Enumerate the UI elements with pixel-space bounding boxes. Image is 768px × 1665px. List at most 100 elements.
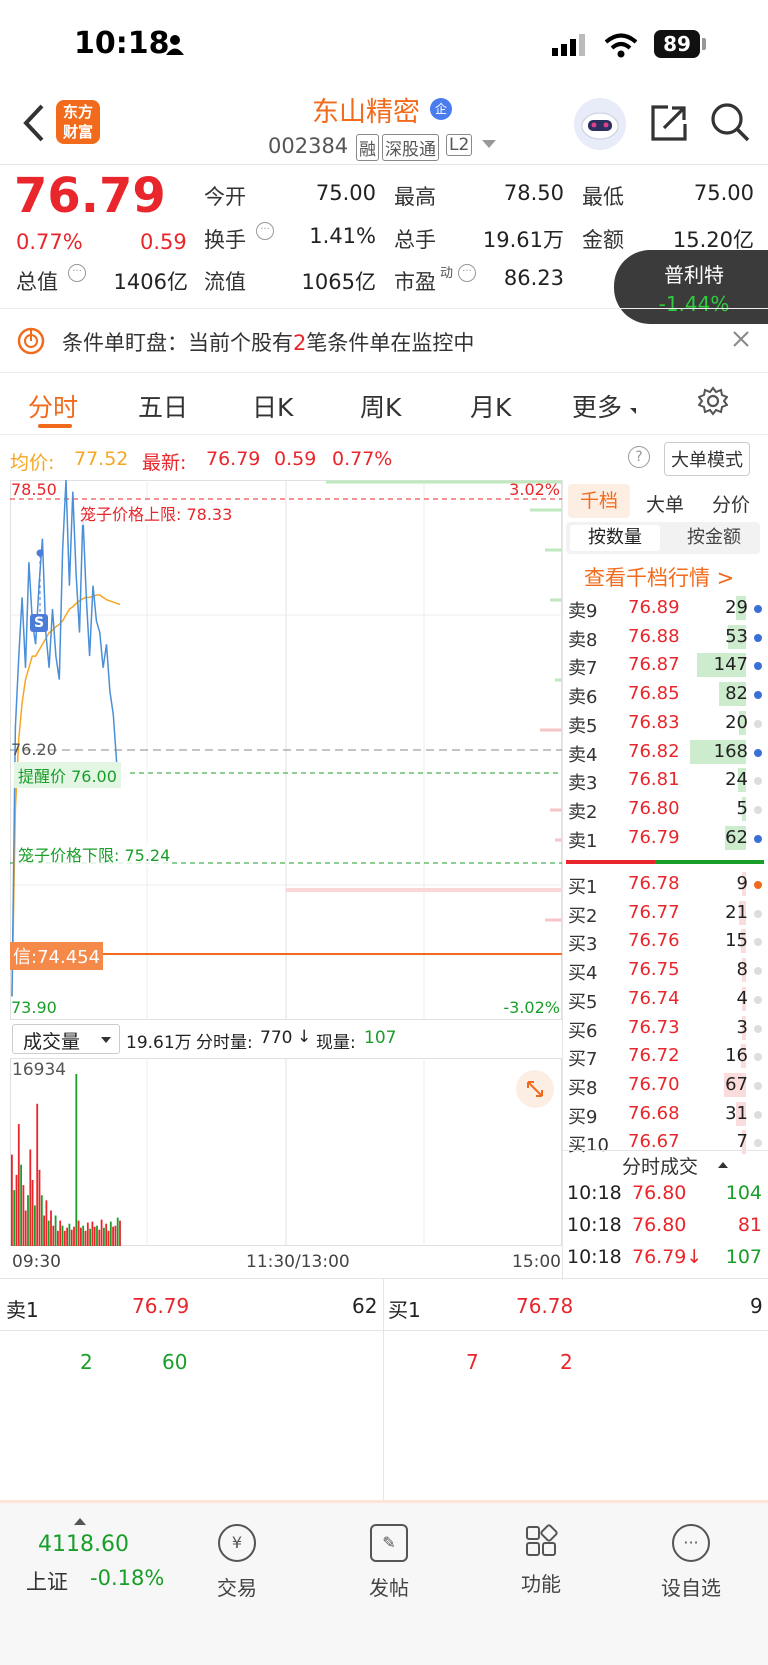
tab-more[interactable]: 更多 <box>572 388 622 424</box>
status-time: 10:18 <box>74 26 170 61</box>
buy-level-name: 买6 <box>568 1020 598 1042</box>
y-axis-bottom: 73.90 <box>11 998 57 1017</box>
sell-level-row[interactable]: 卖1 76.79 62 <box>562 824 768 852</box>
close-icon[interactable] <box>732 330 750 352</box>
robot-avatar[interactable] <box>574 98 626 150</box>
popup-pct: -1.44% <box>658 292 730 316</box>
turnover-info-icon[interactable]: ··· <box>256 222 274 240</box>
ob-subtab-amount[interactable]: 按金额 <box>670 525 758 551</box>
buy-level-row[interactable]: 买8 76.70 67 <box>562 1071 768 1099</box>
volume-bar <box>11 1154 13 1246</box>
buy-level-row[interactable]: 买7 76.72 16 <box>562 1042 768 1070</box>
sell-level-price: 76.83 <box>628 711 680 733</box>
trades-title[interactable]: 分时成交 <box>622 1152 698 1179</box>
stock-name[interactable]: 东山精密 <box>312 90 420 129</box>
tab-underline <box>38 424 72 428</box>
avg-price-line <box>11 594 121 997</box>
sell-level-name: 卖2 <box>568 801 598 823</box>
turnover-value: 1.41% <box>309 224 376 248</box>
buy-level-row[interactable]: 买4 76.75 8 <box>562 956 768 984</box>
volume-total: 19.61万 <box>126 1033 192 1053</box>
volume-bar <box>112 1226 114 1246</box>
float-value: 1065亿 <box>301 270 376 294</box>
settings-icon[interactable] <box>697 386 729 420</box>
help-icon[interactable]: ? <box>628 446 650 468</box>
tag-connect: 深股通 <box>382 134 439 161</box>
big-order-mode-button[interactable]: 大单模式 <box>664 442 750 476</box>
nav-post[interactable]: ✎ 发帖 <box>312 1512 466 1601</box>
sell-level-row[interactable]: 卖5 76.83 20 <box>562 709 768 737</box>
dropdown-icon[interactable] <box>482 140 496 148</box>
nav-trade[interactable]: ¥ 交易 <box>160 1512 314 1601</box>
sell-level-row[interactable]: 卖9 76.89 29 <box>562 594 768 622</box>
order-dot-icon <box>754 938 762 947</box>
share-icon[interactable] <box>650 104 688 146</box>
order-dot-icon <box>754 633 762 642</box>
volume-bar <box>27 1195 29 1246</box>
stock-code: 002384 <box>268 134 349 158</box>
volume-bar <box>84 1230 87 1246</box>
sell-level-row[interactable]: 卖6 76.85 82 <box>562 680 768 708</box>
nav-watchlist[interactable]: ··· 设自选 <box>614 1512 768 1601</box>
volume-bar <box>15 1174 18 1246</box>
back-icon[interactable] <box>22 104 46 146</box>
buy-level-price: 76.75 <box>628 959 680 981</box>
more-caret-icon <box>630 408 636 414</box>
ob-tab-big[interactable]: 大单 <box>646 490 684 517</box>
high-value: 78.50 <box>503 181 564 205</box>
sell-signal-marker[interactable]: S <box>30 614 48 632</box>
app-logo[interactable]: 东方 财富 <box>56 100 100 144</box>
volume-bar <box>22 1185 25 1246</box>
sell-level-row[interactable]: 卖4 76.82 168 <box>562 738 768 766</box>
sell-level-price: 76.82 <box>628 740 680 762</box>
pe-value: 86.23 <box>503 266 564 290</box>
volume-bar <box>13 1190 16 1246</box>
ob-view-link[interactable]: 查看千档行情 > <box>584 562 734 592</box>
index-pct[interactable]: -0.18% <box>90 1566 164 1590</box>
now-label: 现量: <box>316 1033 356 1053</box>
enterprise-badge: 企 <box>430 98 452 120</box>
buy-level-row[interactable]: 买5 76.74 4 <box>562 985 768 1013</box>
volume-bar <box>59 1220 62 1246</box>
change-pct: 0.77% <box>16 230 83 254</box>
ob-tab-1000[interactable]: 千档 <box>568 484 630 518</box>
sell-level-row[interactable]: 卖2 76.80 5 <box>562 795 768 823</box>
sell-level-row[interactable]: 卖7 76.87 147 <box>562 651 768 679</box>
queue-sell-price: 76.79 <box>132 1294 190 1318</box>
pe-info-icon[interactable]: ··· <box>458 264 476 282</box>
tab-5day[interactable]: 五日 <box>138 388 188 424</box>
tab-intraday[interactable]: 分时 <box>28 388 78 424</box>
index-name[interactable]: 上证 <box>26 1566 68 1596</box>
buy-level-row[interactable]: 买6 76.73 3 <box>562 1014 768 1042</box>
tab-daily-k[interactable]: 日K <box>252 388 293 424</box>
buy-level-volume: 3 <box>736 1016 748 1038</box>
mktcap-info-icon[interactable]: ··· <box>68 264 86 282</box>
ob-tab-price[interactable]: 分价 <box>712 490 750 517</box>
index-value[interactable]: 4118.60 <box>38 1532 129 1557</box>
badge-text: 企 <box>434 102 447 116</box>
nav-function[interactable]: 功能 <box>464 1512 618 1597</box>
volume-bar <box>66 1227 68 1246</box>
volume-chart[interactable]: 16934 <box>10 1058 562 1246</box>
related-stock-popup[interactable]: 普利特 -1.44% <box>614 250 768 324</box>
search-icon[interactable] <box>710 102 750 146</box>
sell-level-row[interactable]: 卖3 76.81 24 <box>562 766 768 794</box>
tab-weekly-k[interactable]: 周K <box>360 388 401 424</box>
buy-level-row[interactable]: 买2 76.77 21 <box>562 899 768 927</box>
sell-level-row[interactable]: 卖8 76.88 53 <box>562 623 768 651</box>
tab-monthly-k[interactable]: 月K <box>470 388 511 424</box>
buy-level-row[interactable]: 买1 76.78 9 <box>562 870 768 898</box>
sell-level-name: 卖1 <box>568 830 598 852</box>
ob-subtab-qty[interactable]: 按数量 <box>570 525 660 551</box>
volume-bar <box>77 1220 80 1246</box>
volume-selector[interactable]: 成交量 <box>12 1024 120 1054</box>
alert-text[interactable]: 条件单盯盘：当前个股有2笔条件单在监控中 <box>62 327 474 357</box>
sell-level-volume: 62 <box>725 826 748 848</box>
reminder-label: 提醒价 76.00 <box>14 762 121 788</box>
buy-level-row[interactable]: 买9 76.68 31 <box>562 1100 768 1128</box>
volume-select-label: 成交量 <box>23 1031 81 1053</box>
volume-bar <box>119 1220 121 1246</box>
intraday-chart[interactable]: 78.50 3.02% 笼子价格上限: 78.33 76.20 提醒价 76.0… <box>10 480 562 1020</box>
expand-icon[interactable] <box>516 1070 554 1108</box>
buy-level-row[interactable]: 买3 76.76 15 <box>562 927 768 955</box>
